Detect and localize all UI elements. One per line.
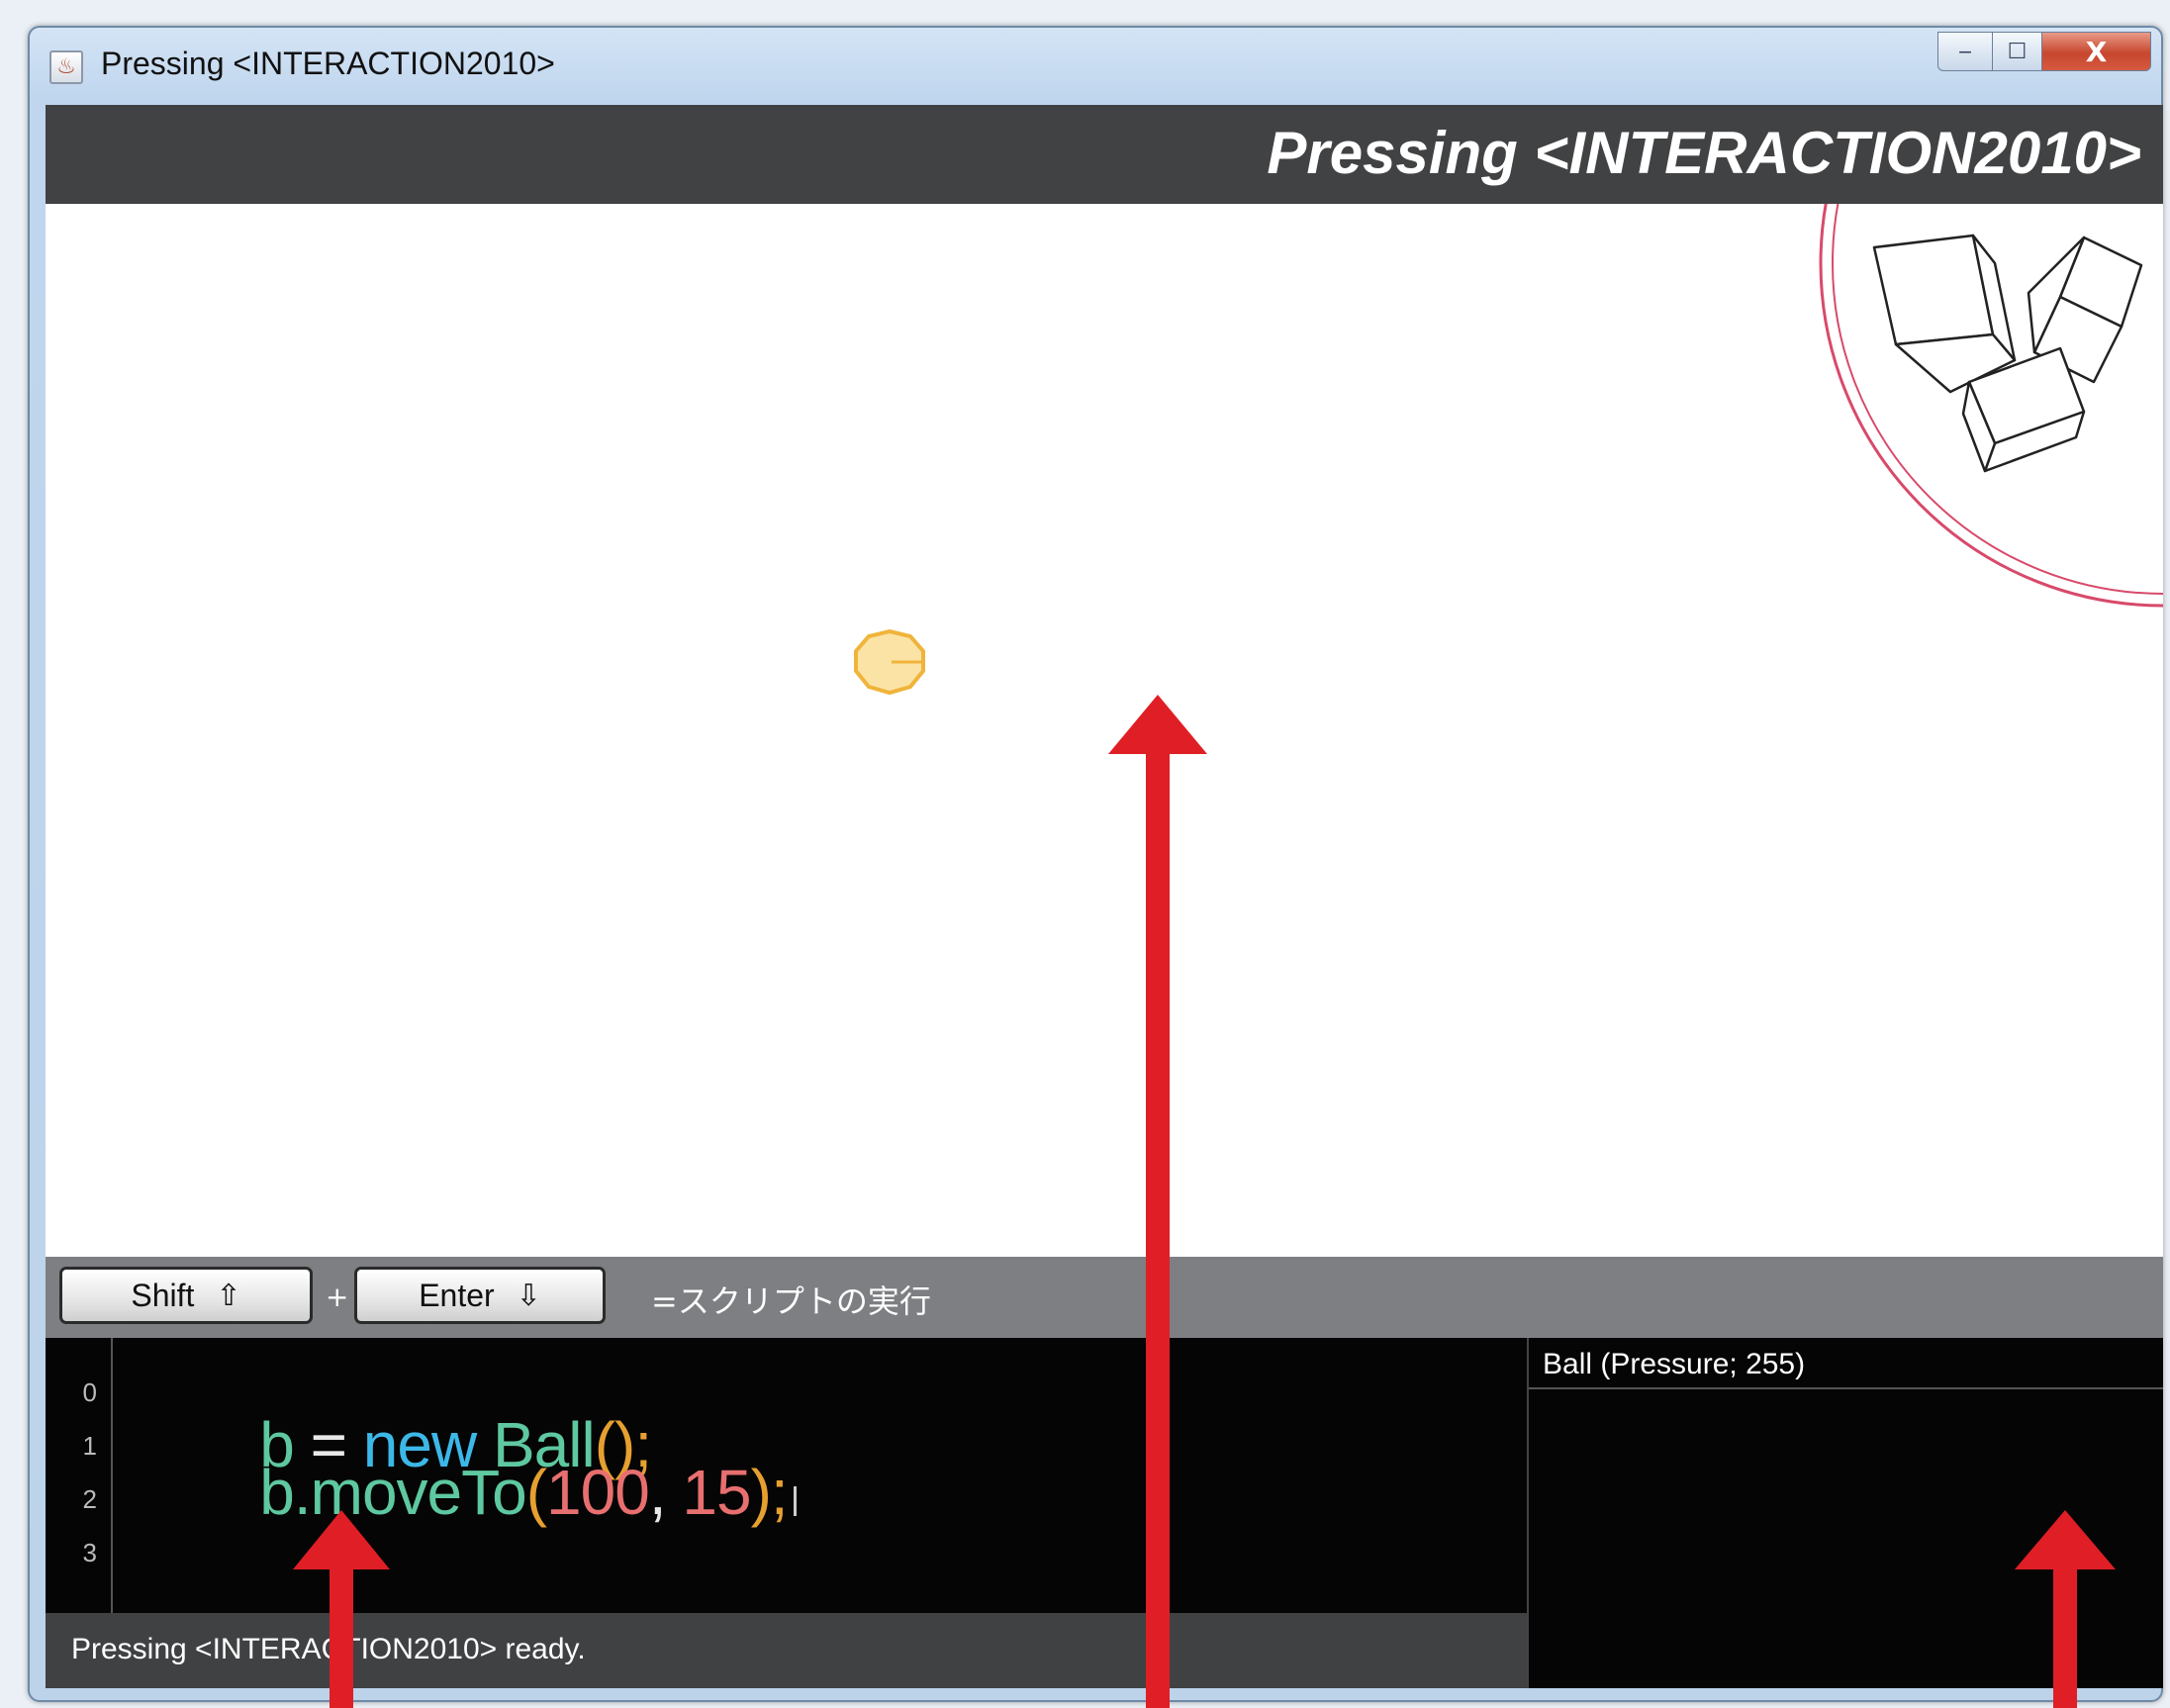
close-button[interactable]: X: [2042, 32, 2151, 71]
java-app-icon[interactable]: ♨: [49, 50, 83, 84]
line-number: 0: [82, 1377, 97, 1407]
code-token: 100: [546, 1457, 650, 1528]
code-token: (: [525, 1457, 547, 1528]
enter-key: Enter ⇩: [354, 1267, 606, 1324]
code-token: );: [750, 1457, 789, 1528]
client-area: Pressing <INTERACTION2010> Shift ⇧ + Ent…: [46, 105, 2163, 1688]
enter-key-label: Enter: [419, 1277, 495, 1313]
run-script-hint: =スクリプトの実行: [651, 1282, 931, 1320]
line-number-gutter: 0 1 2 3: [46, 1338, 113, 1613]
drawing-canvas[interactable]: [46, 204, 2163, 1257]
object-panel[interactable]: Ball (Pressure; 255): [1527, 1338, 2163, 1688]
app-header: Pressing <INTERACTION2010>: [46, 105, 2163, 204]
enter-arrow-icon: ⇩: [516, 1279, 541, 1312]
shift-arrow-icon: ⇧: [216, 1279, 241, 1312]
cubes-logo: [1819, 204, 2163, 608]
minimize-button[interactable]: ‒: [1937, 32, 1993, 71]
app-window: ♨ Pressing <INTERACTION2010> ‒ ☐ X Press…: [28, 26, 2163, 1702]
title-bar[interactable]: ♨ Pressing <INTERACTION2010> ‒ ☐ X: [30, 28, 2161, 103]
ball-object[interactable]: [854, 628, 925, 696]
plus-sign: +: [326, 1281, 349, 1313]
maximize-button[interactable]: ☐: [1993, 32, 2042, 71]
code-token: ,: [648, 1457, 683, 1528]
shortcut-bar: Shift ⇧ + Enter ⇩ =スクリプトの実行: [46, 1257, 2163, 1338]
status-bar: Pressing <INTERACTION2010> ready.: [46, 1613, 1527, 1688]
code-line-1[interactable]: b.moveTo(100, 15);: [127, 1397, 797, 1587]
shift-key: Shift ⇧: [59, 1267, 313, 1324]
status-text: Pressing <INTERACTION2010> ready.: [71, 1633, 586, 1665]
code-token: b.moveTo: [259, 1457, 526, 1528]
cube-face: [1872, 234, 1995, 346]
code-token: 15: [682, 1457, 751, 1528]
shift-key-label: Shift: [131, 1277, 195, 1313]
line-number: 2: [82, 1484, 97, 1514]
script-editor[interactable]: 0 1 2 3 b = new Ball(); b.moveTo(100, 15…: [46, 1338, 1527, 1613]
app-header-title: Pressing <INTERACTION2010>: [1267, 120, 2141, 186]
window-controls: ‒ ☐ X: [1937, 32, 2151, 75]
canvas-graphics: [854, 204, 2163, 696]
object-entry-label: Ball (Pressure; 255): [1543, 1348, 1806, 1380]
line-number: 1: [82, 1431, 97, 1461]
window-title: Pressing <INTERACTION2010>: [101, 46, 555, 81]
text-cursor: [793, 1486, 797, 1516]
line-number: 3: [82, 1538, 97, 1567]
object-list-item[interactable]: Ball (Pressure; 255): [1529, 1338, 2163, 1389]
